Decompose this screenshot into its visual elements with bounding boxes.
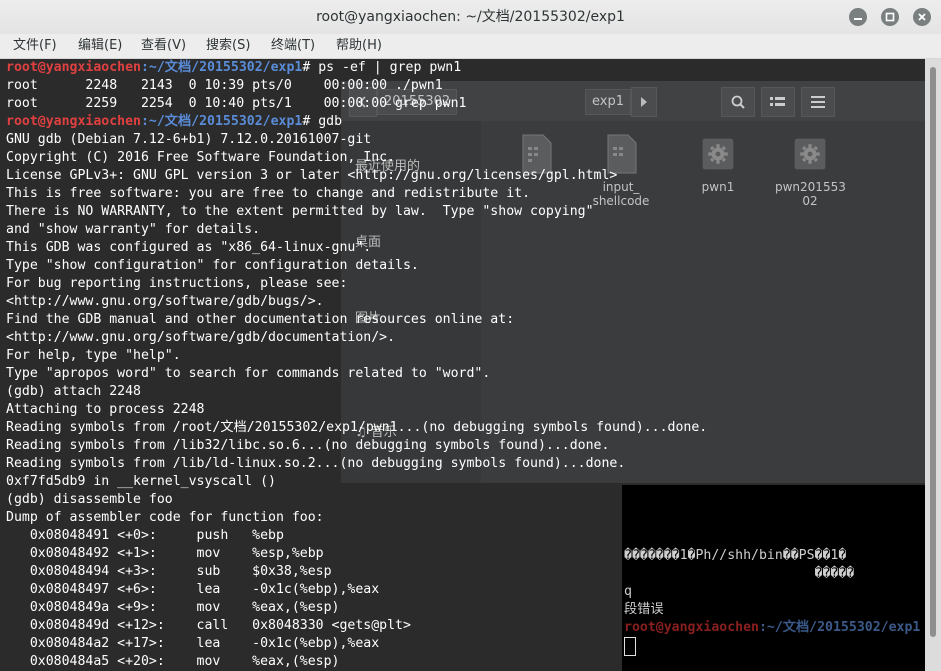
maximize-button[interactable]: [881, 8, 899, 26]
terminal-area[interactable]: 20155302 exp1 最近使用的 桌面 图片 ♫ 音乐 input_ sh…: [0, 59, 925, 671]
menu-button[interactable]: [801, 87, 835, 117]
file-item-pwn1[interactable]: pwn1: [683, 133, 753, 194]
text-cursor: [624, 637, 636, 656]
title-bar: root@yangxiaochen: ~/文档/20155302/exp1: [0, 0, 941, 35]
file-item-pwn20155302[interactable]: pwn201553 02: [775, 133, 846, 208]
prompt-line: root@yangxiaochen:~/文档/20155302/exp1# ps…: [6, 59, 461, 77]
output-line: and "show warranty" for details.: [6, 222, 261, 237]
view-mode-button[interactable]: [761, 87, 795, 117]
output-line: 0x080484a2 <+17>: lea -0x1c(%ebp),%eax: [6, 636, 380, 651]
output-line: 0x0804849a <+9>: mov %eax,(%esp): [6, 600, 340, 615]
scrollbar-thumb[interactable]: [930, 67, 936, 637]
minimize-button[interactable]: [849, 8, 867, 26]
menu-bar: 文件(F) 编辑(E) 查看(V) 搜索(S) 终端(T) 帮助(H): [0, 34, 941, 59]
output-line: 0x08048494 <+3>: sub $0x38,%esp: [6, 564, 332, 579]
output-line: This is free software: you are free to c…: [6, 186, 531, 201]
output-line: <http://www.gnu.org/software/gdb/documen…: [6, 330, 396, 345]
prompt-path: :~/文档/20155302/exp1: [140, 60, 303, 75]
second-terminal[interactable]: �������1�Ph//shh/bin��PS��1� ����� q 段错误…: [622, 485, 925, 671]
output-line: (gdb) attach 2248: [6, 384, 141, 399]
minimize-icon: [854, 18, 862, 20]
prompt-user: root@yangxiaochen: [624, 620, 759, 635]
chevron-right-icon: [641, 97, 647, 107]
output-line: root 2248 2143 0 10:39 pts/0 00:00:00 ./…: [6, 78, 443, 93]
prompt-user: root@yangxiaochen: [6, 60, 141, 75]
file-name: pwn201553 02: [775, 180, 846, 208]
prompt-user: root@yangxiaochen: [6, 114, 141, 129]
output-line: (gdb) disassemble foo: [6, 492, 173, 507]
forward-button[interactable]: [631, 87, 657, 117]
menu-terminal[interactable]: 终端(T): [271, 34, 315, 58]
prompt-line: root@yangxiaochen:~/文档/20155302/exp1# gd…: [6, 113, 342, 131]
close-button[interactable]: [913, 8, 931, 26]
output-line: Attaching to process 2248: [6, 402, 205, 417]
output-line: 0x08048497 <+6>: lea -0x1c(%ebp),%eax: [6, 582, 380, 597]
output-line: root 2259 2254 0 10:40 pts/1 00:00:00 gr…: [6, 96, 467, 111]
output-line: 0x08048492 <+1>: mov %esp,%ebp: [6, 546, 324, 561]
output-line: This GDB was configured as "x86_64-linux…: [6, 240, 372, 255]
menu-file[interactable]: 文件(F): [13, 34, 57, 58]
search-button[interactable]: [721, 87, 755, 117]
scrollbar[interactable]: [925, 59, 941, 671]
output-line: 0x08048491 <+0>: push %ebp: [6, 528, 284, 543]
hamburger-icon: [811, 96, 825, 108]
close-icon: [918, 13, 926, 21]
maximize-icon: [885, 12, 895, 22]
menu-view[interactable]: 查看(V): [141, 34, 186, 58]
command-text: # gdb: [302, 114, 343, 129]
output-line: Reading symbols from /lib32/libc.so.6...…: [6, 438, 610, 453]
terminal2-line: �����: [624, 566, 855, 581]
output-line: 0xf7fd5db9 in __kernel_vsyscall (): [6, 474, 276, 489]
terminal2-line: 段错误: [624, 602, 664, 617]
output-line: Reading symbols from /lib/ld-linux.so.2.…: [6, 456, 626, 471]
output-line: There is NO WARRANTY, to the extent perm…: [6, 204, 594, 219]
menu-edit[interactable]: 编辑(E): [78, 34, 122, 58]
output-line: Copyright (C) 2016 Free Software Foundat…: [6, 150, 396, 165]
output-line: For bug reporting instructions, please s…: [6, 276, 348, 291]
search-icon: [731, 95, 745, 109]
breadcrumb-exp1[interactable]: exp1: [585, 89, 631, 115]
window-title: root@yangxiaochen: ~/文档/20155302/exp1: [316, 9, 625, 25]
terminal2-line: �������1�Ph//shh/bin��PS��1�: [624, 548, 847, 563]
output-line: Reading symbols from /root/文档/20155302/e…: [6, 420, 708, 435]
prompt-path: :~/文档/20155302/exp1: [758, 620, 921, 635]
terminal2-prompt: root@yangxiaochen:~/文档/20155302/exp1: [624, 619, 920, 637]
output-line: Dump of assembler code for function foo:: [6, 510, 324, 525]
output-line: GNU gdb (Debian 7.12-6+b1) 7.12.0.201610…: [6, 132, 372, 147]
list-view-icon: [770, 97, 785, 106]
menu-search[interactable]: 搜索(S): [206, 34, 250, 58]
gear-icon: [794, 138, 826, 170]
file-name: pwn1: [701, 180, 735, 194]
output-line: Type "apropos word" to search for comman…: [6, 366, 491, 381]
output-line: Find the GDB manual and other documentat…: [6, 312, 515, 327]
output-line: For help, type "help".: [6, 348, 181, 363]
terminal2-line: q: [624, 584, 632, 599]
output-line: 0x0804849d <+12>: call 0x8048330 <gets@p…: [6, 618, 411, 633]
command-text: # ps -ef | grep pwn1: [302, 60, 462, 75]
gear-icon: [702, 138, 734, 170]
menu-help[interactable]: 帮助(H): [336, 34, 382, 58]
output-line: License GPLv3+: GNU GPL version 3 or lat…: [6, 168, 618, 183]
output-line: <http://www.gnu.org/software/gdb/bugs/>.: [6, 294, 324, 309]
output-line: Type "show configuration" for configurat…: [6, 258, 419, 273]
prompt-path: :~/文档/20155302/exp1: [140, 114, 303, 129]
output-line: 0x080484a5 <+20>: mov %eax,(%esp): [6, 654, 340, 669]
